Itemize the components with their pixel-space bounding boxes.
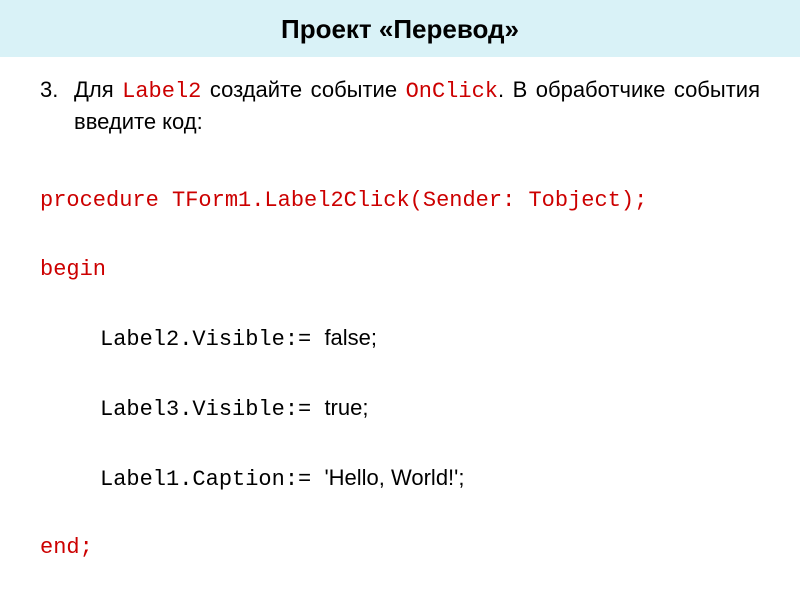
code-line: end; [40, 531, 760, 565]
list-item: 3. Для Label2 создайте событие OnClick. … [40, 75, 760, 136]
list-number: 3. [40, 75, 74, 105]
code-text: false [324, 325, 370, 350]
code-line: Label1.Caption:= 'Hello, World!'; [40, 461, 760, 497]
code-text: Label3.Visible:= [100, 397, 324, 422]
text-part: создайте событие [201, 77, 405, 102]
content-area: 3. Для Label2 создайте событие OnClick. … [0, 57, 800, 600]
code-line: begin [40, 253, 760, 287]
slide: Проект «Перевод» 3. Для Label2 создайте … [0, 0, 800, 600]
code-ref-label2: Label2 [122, 79, 201, 104]
code-text: ; [458, 465, 464, 490]
code-text: ; [362, 395, 368, 420]
code-block: procedure TForm1.Label2Click(Sender: Tob… [40, 150, 760, 600]
code-text: Label2.Visible:= [100, 327, 324, 352]
code-text: Label1.Caption:= [100, 467, 324, 492]
code-text: 'Hello, World!' [324, 465, 458, 490]
code-line: Label3.Visible:= true; [40, 391, 760, 427]
code-text: true [324, 395, 362, 420]
slide-title: Проект «Перевод» [0, 14, 800, 45]
code-line: Label2.Visible:= false; [40, 321, 760, 357]
code-text: ; [371, 325, 377, 350]
title-bar: Проект «Перевод» [0, 0, 800, 57]
code-line: procedure TForm1.Label2Click(Sender: Tob… [40, 184, 760, 218]
code-ref-onclick: OnClick [406, 79, 498, 104]
text-part: Для [74, 77, 122, 102]
list-body: Для Label2 создайте событие OnClick. В о… [74, 75, 760, 136]
